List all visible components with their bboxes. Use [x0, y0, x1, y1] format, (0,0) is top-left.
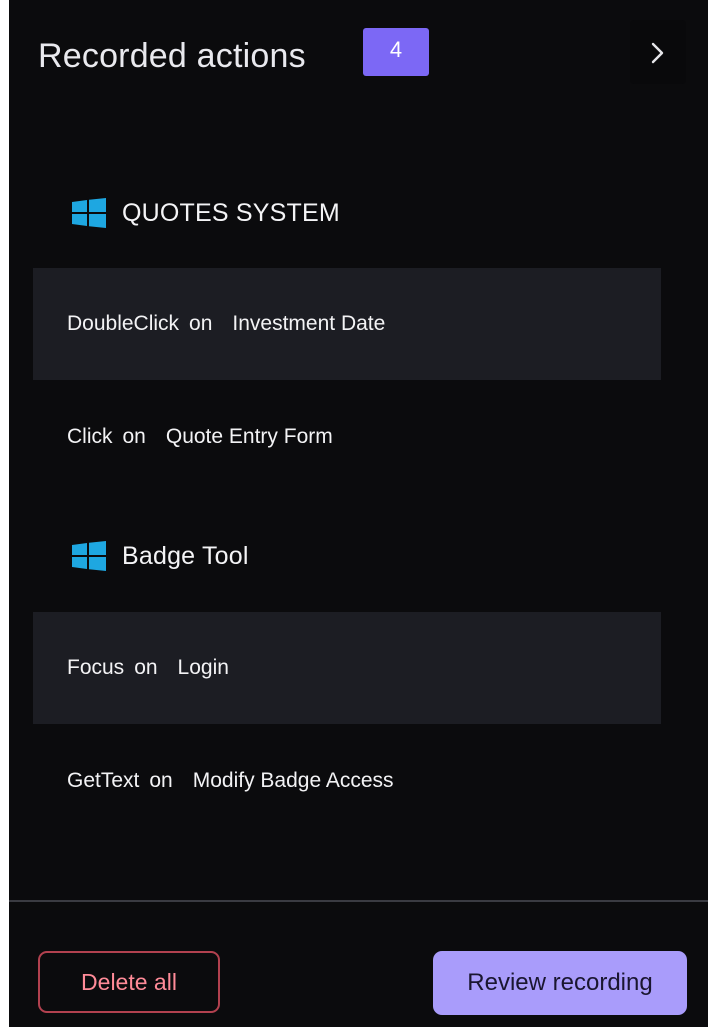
action-verb: Click	[67, 425, 113, 448]
action-text: DoubleClick on Investment Date	[67, 268, 385, 380]
delete-all-button[interactable]: Delete all	[38, 951, 220, 1013]
action-target: Quote Entry Form	[165, 425, 333, 448]
action-connector: on	[149, 769, 173, 792]
action-connector: on	[122, 425, 146, 448]
action-verb: Focus	[67, 656, 125, 679]
action-target: Modify Badge Access	[192, 769, 394, 792]
action-count-badge: 4	[363, 28, 429, 76]
action-row-focus-login[interactable]: Focus on Login	[33, 612, 661, 724]
chevron-right-icon	[651, 42, 664, 64]
expand-panel-button[interactable]	[630, 20, 686, 84]
action-target: Login	[177, 656, 229, 679]
group-header-quotes-system: QUOTES SYSTEM	[72, 193, 340, 233]
action-verb: DoubleClick	[67, 312, 180, 335]
windows-icon	[72, 541, 106, 571]
action-row-gettext-modify-badge-access[interactable]: GetText on Modify Badge Access	[33, 725, 661, 837]
windows-icon	[72, 198, 106, 228]
group-header-badge-tool: Badge Tool	[72, 536, 249, 576]
action-verb: GetText	[67, 769, 140, 792]
action-row-doubleclick-investment-date[interactable]: DoubleClick on Investment Date	[33, 268, 661, 380]
action-connector: on	[189, 312, 213, 335]
footer-divider	[9, 900, 708, 902]
action-text: GetText on Modify Badge Access	[67, 725, 394, 837]
action-text: Focus on Login	[67, 612, 229, 724]
action-target: Investment Date	[232, 312, 386, 335]
review-recording-button[interactable]: Review recording	[433, 951, 687, 1015]
group-label: Badge Tool	[122, 541, 249, 570]
panel-header: Recorded actions 4	[9, 0, 708, 110]
group-label: QUOTES SYSTEM	[122, 198, 340, 227]
panel-title: Recorded actions	[38, 37, 306, 75]
action-text: Click on Quote Entry Form	[67, 381, 333, 493]
action-row-click-quote-entry-form[interactable]: Click on Quote Entry Form	[33, 381, 661, 493]
recorded-actions-panel: Recorded actions 4 QUOTES SYSTEM DoubleC…	[9, 0, 708, 1027]
action-connector: on	[134, 656, 158, 679]
